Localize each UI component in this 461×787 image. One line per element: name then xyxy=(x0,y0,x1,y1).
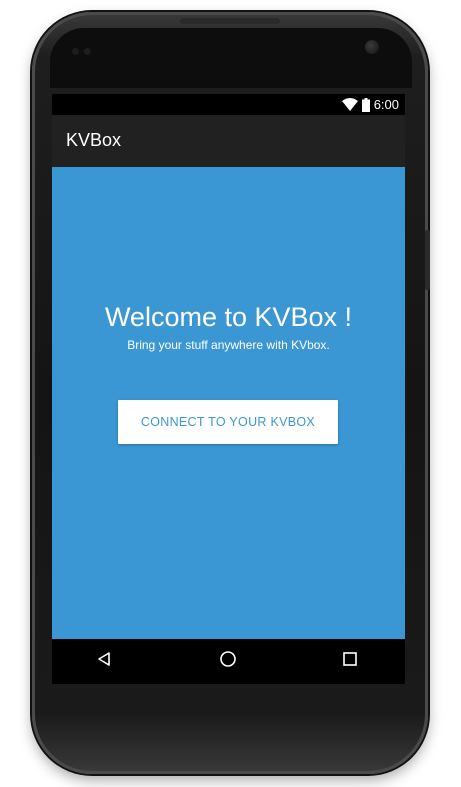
status-bar: 6:00 xyxy=(52,94,405,115)
status-time: 6:00 xyxy=(373,97,399,112)
back-button[interactable] xyxy=(74,639,134,684)
navigation-bar xyxy=(52,639,405,684)
welcome-title: Welcome to KVBox ! xyxy=(104,302,353,332)
home-circle-icon xyxy=(219,650,237,673)
device-frame: 6:00 KVBox Welcome to KVBox ! Bring your… xyxy=(0,0,461,787)
wifi-icon xyxy=(341,98,358,111)
phone-screen: 6:00 KVBox Welcome to KVBox ! Bring your… xyxy=(52,94,405,684)
phone-top-bezel xyxy=(50,28,412,88)
earpiece-speaker xyxy=(180,18,280,24)
app-bar: KVBox xyxy=(52,115,405,167)
welcome-subtitle: Bring your stuff anywhere with KVbox. xyxy=(127,338,330,352)
power-button xyxy=(425,230,430,290)
battery-icon xyxy=(361,97,370,112)
recents-button[interactable] xyxy=(320,639,380,684)
sensor-dots xyxy=(72,42,100,55)
front-camera-icon xyxy=(365,40,379,54)
home-button[interactable] xyxy=(198,639,258,684)
recents-square-icon xyxy=(342,651,358,672)
connect-kvbox-button[interactable]: CONNECT TO YOUR KVBOX xyxy=(118,400,338,444)
back-triangle-icon xyxy=(96,651,112,672)
app-title: KVBox xyxy=(66,130,122,150)
welcome-content: Welcome to KVBox ! Bring your stuff anyw… xyxy=(52,167,405,639)
status-icons: 6:00 xyxy=(341,96,399,113)
